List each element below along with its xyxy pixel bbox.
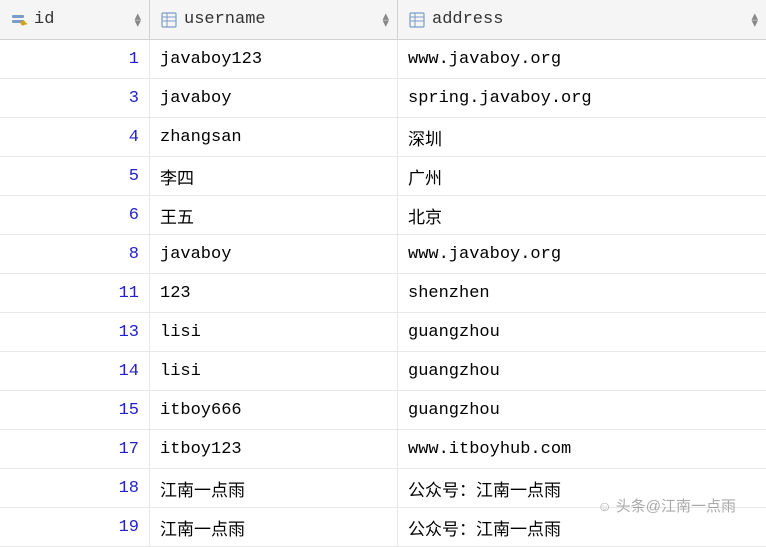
cell-username[interactable]: zhangsan [150, 118, 398, 156]
cell-id[interactable]: 19 [0, 508, 150, 546]
cell-id[interactable]: 13 [0, 313, 150, 351]
cell-username[interactable]: 123 [150, 274, 398, 312]
data-table: id ▴▾ username ▴▾ [0, 0, 766, 547]
table-row[interactable]: 15itboy666guangzhou [0, 391, 766, 430]
cell-address[interactable]: 北京 [398, 196, 766, 234]
table-row[interactable]: 4zhangsan深圳 [0, 118, 766, 157]
cell-address[interactable]: 广州 [398, 157, 766, 195]
watermark-text: 头条@江南一点雨 [616, 495, 736, 516]
cell-username[interactable]: 王五 [150, 196, 398, 234]
cell-username[interactable]: 江南一点雨 [150, 508, 398, 546]
cell-username[interactable]: javaboy [150, 79, 398, 117]
cell-id[interactable]: 6 [0, 196, 150, 234]
column-icon [408, 11, 426, 29]
cell-id[interactable]: 15 [0, 391, 150, 429]
cell-username[interactable]: javaboy123 [150, 40, 398, 78]
cell-address[interactable]: www.itboyhub.com [398, 430, 766, 468]
cell-id[interactable]: 5 [0, 157, 150, 195]
cell-id[interactable]: 4 [0, 118, 150, 156]
column-header-username[interactable]: username ▴▾ [150, 0, 398, 39]
cell-username[interactable]: lisi [150, 313, 398, 351]
sort-icon[interactable]: ▴▾ [751, 13, 758, 27]
sort-icon[interactable]: ▴▾ [134, 13, 141, 27]
cell-id[interactable]: 3 [0, 79, 150, 117]
column-label: address [432, 10, 503, 29]
column-icon [160, 11, 178, 29]
column-label: id [34, 10, 54, 29]
table-row[interactable]: 8javaboywww.javaboy.org [0, 235, 766, 274]
column-header-address[interactable]: address ▴▾ [398, 0, 766, 39]
cell-username[interactable]: itboy123 [150, 430, 398, 468]
sort-icon[interactable]: ▴▾ [382, 13, 389, 27]
table-row[interactable]: 5李四广州 [0, 157, 766, 196]
cell-username[interactable]: itboy666 [150, 391, 398, 429]
cell-username[interactable]: javaboy [150, 235, 398, 273]
cell-address[interactable]: guangzhou [398, 352, 766, 390]
cell-id[interactable]: 8 [0, 235, 150, 273]
table-row[interactable]: 11123shenzhen [0, 274, 766, 313]
table-row[interactable]: 6王五北京 [0, 196, 766, 235]
cell-id[interactable]: 1 [0, 40, 150, 78]
table-header-row: id ▴▾ username ▴▾ [0, 0, 766, 40]
cell-username[interactable]: lisi [150, 352, 398, 390]
cell-address[interactable]: www.javaboy.org [398, 235, 766, 273]
primary-key-icon [10, 11, 28, 29]
column-header-id[interactable]: id ▴▾ [0, 0, 150, 39]
table-row[interactable]: 1javaboy123www.javaboy.org [0, 40, 766, 79]
cell-id[interactable]: 11 [0, 274, 150, 312]
table-row[interactable]: 13lisiguangzhou [0, 313, 766, 352]
table-row[interactable]: 3javaboyspring.javaboy.org [0, 79, 766, 118]
cell-address[interactable]: spring.javaboy.org [398, 79, 766, 117]
cell-id[interactable]: 18 [0, 469, 150, 507]
column-label: username [184, 10, 266, 29]
cell-address[interactable]: guangzhou [398, 391, 766, 429]
table-row[interactable]: 17itboy123www.itboyhub.com [0, 430, 766, 469]
cell-id[interactable]: 17 [0, 430, 150, 468]
cell-username[interactable]: 李四 [150, 157, 398, 195]
cell-address[interactable]: guangzhou [398, 313, 766, 351]
table-body: 1javaboy123www.javaboy.org3javaboyspring… [0, 40, 766, 547]
watermark-icon: ☺ [597, 498, 611, 514]
table-row[interactable]: 14lisiguangzhou [0, 352, 766, 391]
cell-address[interactable]: shenzhen [398, 274, 766, 312]
cell-address[interactable]: 深圳 [398, 118, 766, 156]
cell-username[interactable]: 江南一点雨 [150, 469, 398, 507]
cell-id[interactable]: 14 [0, 352, 150, 390]
watermark: ☺ 头条@江南一点雨 [597, 495, 736, 516]
cell-address[interactable]: www.javaboy.org [398, 40, 766, 78]
